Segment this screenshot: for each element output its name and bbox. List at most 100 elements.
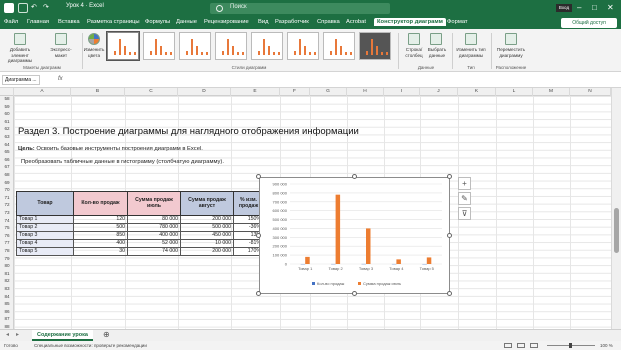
tab-page-layout[interactable]: Разметка страницы	[87, 19, 140, 25]
tab-chart-design[interactable]: Конструктор диаграмм	[374, 18, 446, 26]
table-header[interactable]: Кол-во продаж	[73, 191, 128, 216]
vertical-scrollbar[interactable]	[611, 88, 621, 329]
table-cell[interactable]: Товар 1	[16, 215, 74, 224]
tab-insert[interactable]: Вставка	[58, 19, 80, 25]
chart-style-3[interactable]	[179, 32, 211, 60]
table-header[interactable]: Товар	[16, 191, 74, 216]
row-header[interactable]: 74	[0, 218, 14, 223]
column-header[interactable]: C	[125, 88, 178, 96]
resize-handle[interactable]	[447, 233, 452, 238]
add-element-label[interactable]: Добавить элемент диаграммы	[4, 47, 36, 64]
column-header[interactable]: E	[231, 88, 280, 96]
search-box[interactable]: Поиск	[210, 3, 390, 14]
change-colors-label[interactable]: Изменить цвета	[83, 47, 105, 58]
resize-handle[interactable]	[256, 174, 261, 179]
row-header[interactable]: 76	[0, 233, 14, 238]
row-header[interactable]: 87	[0, 316, 14, 321]
row-header[interactable]: 80	[0, 263, 14, 268]
column-header[interactable]: M	[533, 88, 570, 96]
row-header[interactable]: 65	[0, 149, 14, 154]
resize-handle[interactable]	[352, 291, 357, 296]
scroll-thumb[interactable]	[614, 208, 619, 253]
row-header[interactable]: 75	[0, 225, 14, 230]
tab-home[interactable]: Главная	[27, 19, 49, 25]
change-chart-type-label[interactable]: Изменить тип диаграммы	[454, 47, 488, 58]
table-header[interactable]: Сумма продаж август	[180, 191, 234, 216]
table-header[interactable]: Сумма продаж июль	[127, 191, 181, 216]
switch-row-column-icon[interactable]	[408, 33, 420, 45]
zoom-slider-thumb[interactable]	[569, 343, 572, 348]
change-chart-type-icon[interactable]	[465, 33, 477, 45]
page-break-icon[interactable]	[530, 343, 538, 348]
column-header[interactable]: I	[384, 88, 420, 96]
row-header[interactable]: 78	[0, 248, 14, 253]
chart-style-6[interactable]	[287, 32, 319, 60]
row-header[interactable]: 77	[0, 240, 14, 245]
row-header[interactable]: 61	[0, 119, 14, 124]
row-header[interactable]: 86	[0, 309, 14, 314]
chart-styles-button[interactable]: ✎	[458, 192, 471, 205]
minimize-button[interactable]: –	[577, 3, 581, 12]
chart-style-2[interactable]	[143, 32, 175, 60]
add-chart-element-icon[interactable]	[14, 33, 26, 45]
tab-format[interactable]: Формат	[447, 19, 468, 25]
row-header[interactable]: 85	[0, 301, 14, 306]
chart-style-7[interactable]	[323, 32, 355, 60]
tab-help[interactable]: Справка	[317, 19, 340, 25]
select-data-icon[interactable]	[430, 33, 442, 45]
table-cell[interactable]: 500 000	[180, 223, 234, 232]
row-header[interactable]: 68	[0, 172, 14, 177]
tab-developer[interactable]: Разработчик	[275, 19, 309, 25]
row-header[interactable]: 82	[0, 278, 14, 283]
close-button[interactable]: ✕	[607, 3, 614, 12]
sign-in-button[interactable]: Вход	[556, 4, 572, 12]
resize-handle[interactable]	[256, 291, 261, 296]
prev-sheet-icon[interactable]: ◂	[6, 331, 9, 338]
move-chart-icon[interactable]	[505, 33, 517, 45]
row-header[interactable]: 66	[0, 157, 14, 162]
accessibility-status[interactable]: Специальные возможности: проверьте реком…	[34, 343, 147, 348]
chart-style-4[interactable]	[215, 32, 247, 60]
row-header[interactable]: 70	[0, 187, 14, 192]
select-data-label[interactable]: Выбрать данные	[425, 47, 449, 58]
row-header[interactable]: 71	[0, 195, 14, 200]
row-header[interactable]: 62	[0, 126, 14, 131]
table-cell[interactable]: 450 000	[180, 231, 234, 240]
row-header[interactable]: 58	[0, 96, 14, 101]
column-header[interactable]: B	[71, 88, 125, 96]
table-cell[interactable]: 780 000	[127, 223, 181, 232]
row-header[interactable]: 59	[0, 104, 14, 109]
row-header[interactable]: 79	[0, 256, 14, 261]
column-header[interactable]: L	[496, 88, 533, 96]
table-cell[interactable]: Товар 2	[16, 223, 74, 232]
undo-icon[interactable]: ↶	[31, 3, 41, 13]
next-sheet-icon[interactable]: ▸	[16, 331, 19, 338]
table-cell[interactable]: 74 000	[127, 247, 181, 256]
sheet-tab-active[interactable]: Содержание урока	[32, 330, 93, 341]
chart-area[interactable]: 900 000 800 000 700 000 600 000 500 000 400 0…	[259, 177, 450, 294]
column-header[interactable]: H	[347, 88, 384, 96]
row-header[interactable]: 64	[0, 142, 14, 147]
resize-handle[interactable]	[447, 174, 452, 179]
zoom-level[interactable]: 100 %	[600, 343, 613, 348]
add-sheet-icon[interactable]: ⊕	[103, 330, 110, 339]
table-cell[interactable]: 80 000	[127, 215, 181, 224]
row-header[interactable]: 81	[0, 271, 14, 276]
column-header[interactable]: N	[570, 88, 611, 96]
move-chart-label[interactable]: Переместить диаграмму	[493, 47, 529, 58]
tab-formulas[interactable]: Формулы	[145, 19, 170, 25]
tab-file[interactable]: Файл	[4, 19, 18, 25]
row-header[interactable]: 63	[0, 134, 14, 139]
row-header[interactable]: 60	[0, 111, 14, 116]
row-header[interactable]: 72	[0, 202, 14, 207]
resize-handle[interactable]	[447, 291, 452, 296]
table-cell[interactable]: 10 000	[180, 239, 234, 248]
column-header[interactable]: K	[458, 88, 496, 96]
column-header[interactable]: F	[280, 88, 310, 96]
column-header[interactable]: D	[178, 88, 231, 96]
quick-layout-label[interactable]: Экспресс-макет	[46, 47, 76, 58]
tab-acrobat[interactable]: Acrobat	[346, 19, 366, 25]
select-all-corner[interactable]	[0, 88, 14, 96]
tab-review[interactable]: Рецензирование	[204, 19, 249, 25]
resize-handle[interactable]	[352, 174, 357, 179]
